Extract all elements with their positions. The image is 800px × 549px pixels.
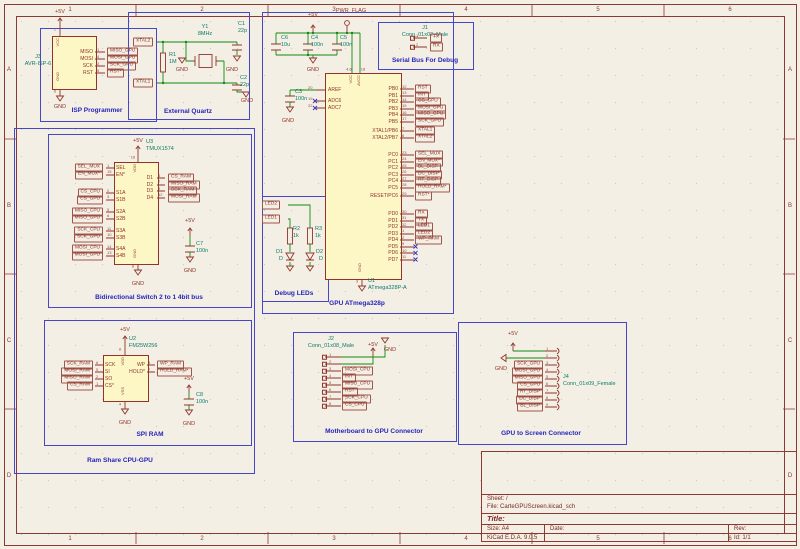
title-block-line xyxy=(482,513,796,514)
title-block-line xyxy=(482,494,796,495)
mobo-pin-rows: 1 2 3 MOSI_CPU 4 INT 5 MIS xyxy=(318,0,458,549)
pin-stub xyxy=(95,372,103,373)
pin-number: 4 xyxy=(546,367,548,372)
pin-stub xyxy=(325,357,341,358)
title-block-line xyxy=(728,524,729,541)
pin-stub xyxy=(545,351,557,352)
title-label: Title: xyxy=(487,514,505,523)
size-label: Size: A4 xyxy=(487,526,509,532)
pin-stub xyxy=(147,372,155,373)
pin-number: 3 xyxy=(329,366,331,371)
border-letter: A xyxy=(788,67,792,73)
pin-number: 22 xyxy=(308,103,312,108)
title-block-line xyxy=(482,524,796,525)
pin-stub xyxy=(545,358,557,359)
pin-stub xyxy=(545,365,557,366)
pin-stub xyxy=(95,386,103,387)
hier-label: HOLD_RAM* xyxy=(157,368,192,377)
ram-left-rows: SCK_RAM 6 SCK MOSI_RAM 5 SI MISO_RAM 2 S… xyxy=(50,0,150,549)
pin-number: 3 xyxy=(148,360,150,365)
pin-stub xyxy=(545,393,557,394)
pin-number: 7 xyxy=(148,367,150,372)
pin-name: SCK xyxy=(105,362,115,368)
title-block-line xyxy=(544,524,545,541)
pin-number: 8 xyxy=(329,401,331,406)
rev-label: Rev: xyxy=(734,526,746,532)
title-block: Sheet: / File: CarteGPUScreen.kicad_sch … xyxy=(481,451,797,542)
pin-stub xyxy=(325,392,341,393)
pin-name: SO xyxy=(105,376,112,382)
sheet-id-label: Id: 1/1 xyxy=(734,535,751,541)
border-number: 6 xyxy=(728,7,731,13)
pin-stub xyxy=(325,399,341,400)
pin-number: 6 xyxy=(96,360,98,365)
border-letter: B xyxy=(7,203,11,209)
hier-label: CS_CPU xyxy=(342,402,367,411)
pin-stub xyxy=(95,379,103,380)
pin-stub xyxy=(545,386,557,387)
ref-value-label: AVR-ISP-6 xyxy=(25,61,52,67)
pin-number: 3 xyxy=(546,360,548,365)
pin-number: 7 xyxy=(329,394,331,399)
sheet-label: Sheet: / xyxy=(487,496,508,502)
pin-stub xyxy=(325,378,341,379)
ref-value-label: J3 xyxy=(35,54,41,60)
pin-number: 2 xyxy=(329,359,331,364)
pin-stub xyxy=(545,372,557,373)
pin-number: 1 xyxy=(329,352,331,357)
pin-stub xyxy=(325,371,341,372)
pin-stub xyxy=(545,407,557,408)
pin-number: 4 xyxy=(329,373,331,378)
pin-number: 5 xyxy=(329,380,331,385)
pin-number: 8 xyxy=(546,395,548,400)
pin-number: 5 xyxy=(96,367,98,372)
net-label: LED1 xyxy=(262,215,280,224)
border-letter: C xyxy=(788,338,792,344)
pin-stub xyxy=(545,400,557,401)
net-label: LED2 xyxy=(262,201,280,210)
date-label: Date: xyxy=(550,526,564,532)
pin-name: CS* xyxy=(105,383,114,389)
pin-stub xyxy=(325,364,341,365)
border-letter: B xyxy=(788,203,792,209)
pin-number: 1 xyxy=(546,346,548,351)
pin-number: 1 xyxy=(96,381,98,386)
pin-number: 20 xyxy=(308,85,312,90)
hier-label: CS_RAM xyxy=(67,382,93,391)
border-letter: C xyxy=(7,338,11,344)
pin-number: 2 xyxy=(546,353,548,358)
border-letter: D xyxy=(7,473,11,479)
pin-stub xyxy=(147,365,155,366)
pin-stub xyxy=(325,385,341,386)
pin-number: 6 xyxy=(329,387,331,392)
pin-number: 2 xyxy=(96,374,98,379)
pin-name: SI xyxy=(105,369,110,375)
pin-stub xyxy=(325,406,341,407)
file-label: File: CarteGPUScreen.kicad_sch xyxy=(487,504,575,510)
pin-number: 19 xyxy=(308,96,312,101)
pin-stub xyxy=(95,365,103,366)
ram-right-rows: WP 3 WP_RAM HOLD* 7 HOLD_RAM* xyxy=(147,0,257,549)
pin-number: 6 xyxy=(546,381,548,386)
pin-stub xyxy=(545,379,557,380)
pin-name: HOLD* xyxy=(129,369,145,375)
pin-name: WP xyxy=(137,362,145,368)
hier-label: BL_DISP xyxy=(517,403,543,412)
pin-number: 5 xyxy=(546,374,548,379)
pin-number: 7 xyxy=(546,388,548,393)
border-letter: A xyxy=(7,67,11,73)
schematic-canvas[interactable]: 123456123456 ABCDABCD ISP ProgrammerExte… xyxy=(0,0,800,549)
app-version-label: KiCad E.D.A. 9.0.5 xyxy=(487,535,537,541)
pin-number: 9 xyxy=(546,402,548,407)
